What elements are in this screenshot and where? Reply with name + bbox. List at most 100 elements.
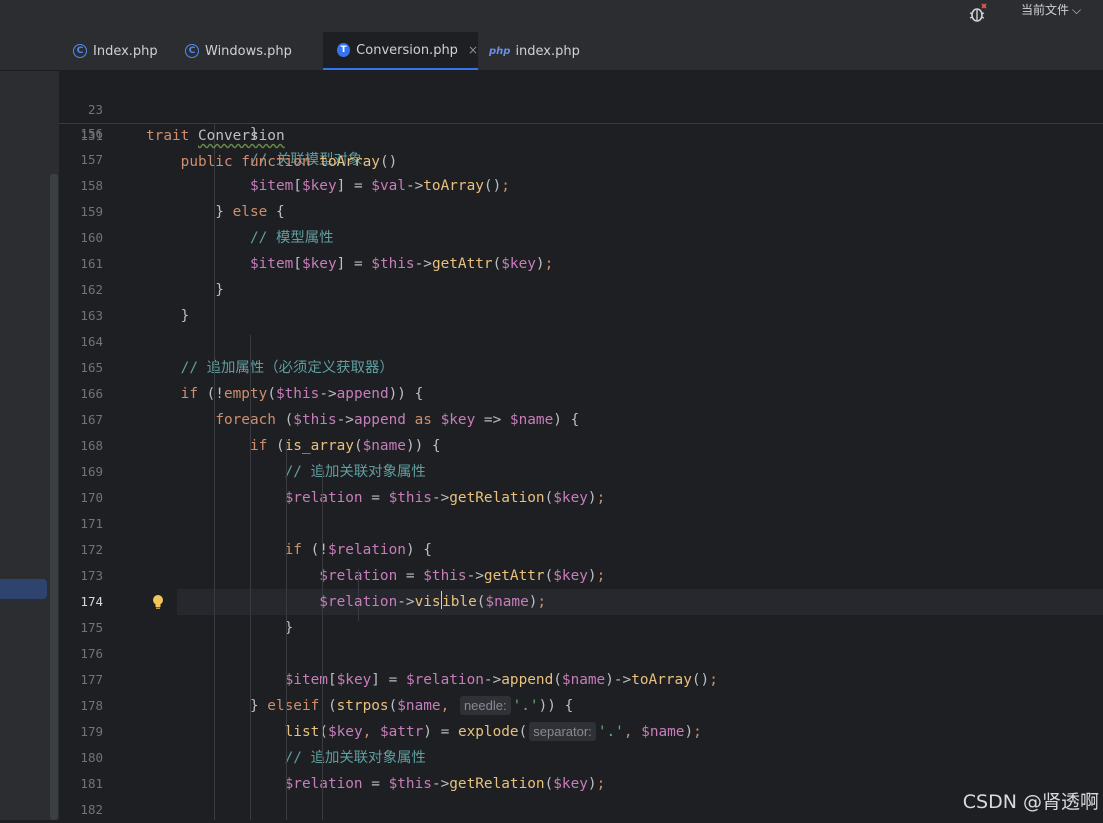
code-text: if (!empty($this->append)) { (180, 386, 424, 402)
code-text: // 追加属性（必须定义获取器） (180, 360, 394, 376)
code-text: trait Conversion (146, 128, 285, 144)
line-number: 168 (80, 438, 103, 453)
class-icon: C (185, 44, 199, 58)
tab-index-php[interactable]: php index.php (489, 32, 580, 70)
code-line[interactable]: 176 (59, 641, 1103, 667)
sticky-scroll-header[interactable]: 23 trait Conversion 131 public function … (59, 71, 1103, 170)
current-code-line[interactable]: 174 $relation->vis ible($name); (59, 589, 1103, 615)
code-editor[interactable]: 23 trait Conversion 131 public function … (59, 71, 1103, 820)
line-number: 173 (80, 568, 103, 583)
class-icon: C (73, 44, 87, 58)
tab-label: Index.php (93, 43, 158, 59)
php-file-icon: php (489, 45, 511, 57)
sticky-line[interactable]: 23 trait Conversion (59, 71, 1103, 144)
line-number: 181 (80, 776, 103, 791)
code-text: // 模型属性 (249, 230, 334, 246)
code-text: list($key, $attr) = explode(separator: '.… (284, 722, 702, 741)
line-number: 165 (80, 360, 103, 375)
code-line[interactable]: 181 $relation = $this->getRelation($key)… (59, 771, 1103, 797)
tab-label: index.php (515, 43, 580, 59)
lightbulb-icon[interactable] (152, 594, 164, 610)
line-number: 162 (80, 282, 103, 297)
line-number: 178 (80, 698, 103, 713)
project-tool-window (0, 32, 59, 820)
line-number: 167 (80, 412, 103, 427)
bug-icon[interactable] (966, 2, 990, 26)
tab-label: Conversion.php (356, 42, 458, 58)
code-text: } (146, 282, 224, 298)
code-line[interactable]: 166 if (!empty($this->append)) { (59, 381, 1103, 407)
code-line[interactable]: 179 list($key, $attr) = explode(separato… (59, 719, 1103, 745)
project-scrollbar[interactable] (50, 174, 58, 820)
watermark: CSDN @肾透啊 (962, 791, 1099, 813)
run-scope-selector[interactable]: 当前文件 ⌵ (1021, 3, 1081, 17)
selected-tree-item[interactable] (0, 579, 47, 599)
line-number: 131 (80, 128, 103, 143)
line-number: 174 (80, 594, 103, 609)
close-tab-icon[interactable]: × (468, 43, 478, 57)
code-line[interactable]: 171 (59, 511, 1103, 537)
code-text: } else { (146, 204, 285, 220)
code-text: $relation->vis ible($name); (146, 589, 546, 615)
line-number: 182 (80, 802, 103, 817)
scope-label: 当前文件 (1021, 3, 1070, 17)
parameter-hint-needle: needle: (459, 696, 511, 715)
line-number: 163 (80, 308, 103, 323)
code-text: foreach ($this->append as $key => $name)… (215, 412, 580, 428)
code-line[interactable]: 159 } else { (59, 199, 1103, 225)
code-text: public function toArray() (180, 154, 398, 170)
project-pane-header (0, 32, 59, 71)
editor-tab-bar: C Index.php C Windows.php T Conversion.p… (59, 32, 1103, 71)
line-number: 176 (80, 646, 103, 661)
tab-conversion-php[interactable]: T Conversion.php × (323, 32, 478, 70)
code-line[interactable]: 169 // 追加关联对象属性 (59, 459, 1103, 485)
code-text: } (146, 308, 190, 324)
code-line[interactable]: 180 // 追加关联对象属性 (59, 745, 1103, 771)
line-number: 175 (80, 620, 103, 635)
code-text: } elseif (strpos($name, needle: '.')) { (146, 696, 574, 715)
code-line[interactable]: 172 if (!$relation) { (59, 537, 1103, 563)
code-text: if (is_array($name)) { (249, 438, 441, 454)
code-line[interactable]: 175 } (59, 615, 1103, 641)
line-number: 159 (80, 204, 103, 219)
code-line[interactable]: 162 } (59, 277, 1103, 303)
code-text: $item[$key] = $this->getAttr($key); (249, 256, 554, 272)
chevron-down-icon: ⌵ (1072, 3, 1082, 17)
code-line[interactable]: 168 if (is_array($name)) { (59, 433, 1103, 459)
top-toolbar: 当前文件 ⌵ (0, 0, 1103, 32)
code-text: $item[$key] = $val->toArray(); (249, 178, 510, 194)
code-line[interactable]: 163 } (59, 303, 1103, 329)
code-text: if (!$relation) { (284, 542, 432, 558)
line-number: 179 (80, 724, 103, 739)
line-number: 164 (80, 334, 103, 349)
code-line[interactable]: 178 } elseif (strpos($name, needle: '.'))… (59, 693, 1103, 719)
line-number: 161 (80, 256, 103, 271)
line-number: 169 (80, 464, 103, 479)
code-text: $item[$key] = $relation->append($name)->… (284, 672, 718, 688)
code-line[interactable]: 165 // 追加属性（必须定义获取器） (59, 355, 1103, 381)
code-line[interactable]: 177 $item[$key] = $relation->append($nam… (59, 667, 1103, 693)
code-line[interactable]: 182 (59, 797, 1103, 823)
code-line[interactable]: 170 $relation = $this->getRelation($key)… (59, 485, 1103, 511)
tab-index-php-class[interactable]: C Index.php (73, 32, 158, 70)
line-number: 177 (80, 672, 103, 687)
code-line[interactable]: 164 (59, 329, 1103, 355)
sticky-line[interactable]: 131 public function toArray() (59, 97, 1103, 170)
tab-label: Windows.php (205, 43, 292, 59)
parameter-hint-separator: separator: (529, 722, 596, 741)
line-number: 172 (80, 542, 103, 557)
code-text: } (146, 620, 294, 636)
code-line[interactable]: 173 $relation = $this->getAttr($key); (59, 563, 1103, 589)
line-number: 180 (80, 750, 103, 765)
code-line[interactable]: 158 $item[$key] = $val->toArray(); (59, 173, 1103, 199)
code-line[interactable]: 167 foreach ($this->append as $key => $n… (59, 407, 1103, 433)
indent-guide (250, 335, 251, 820)
text-caret (440, 591, 443, 609)
code-line[interactable]: 161 $item[$key] = $this->getAttr($key); (59, 251, 1103, 277)
line-number: 170 (80, 490, 103, 505)
trait-icon: T (337, 43, 351, 57)
code-line[interactable]: 160 // 模型属性 (59, 225, 1103, 251)
indent-guide (214, 123, 215, 820)
line-number: 171 (80, 516, 103, 531)
tab-windows-php[interactable]: C Windows.php (185, 32, 292, 70)
